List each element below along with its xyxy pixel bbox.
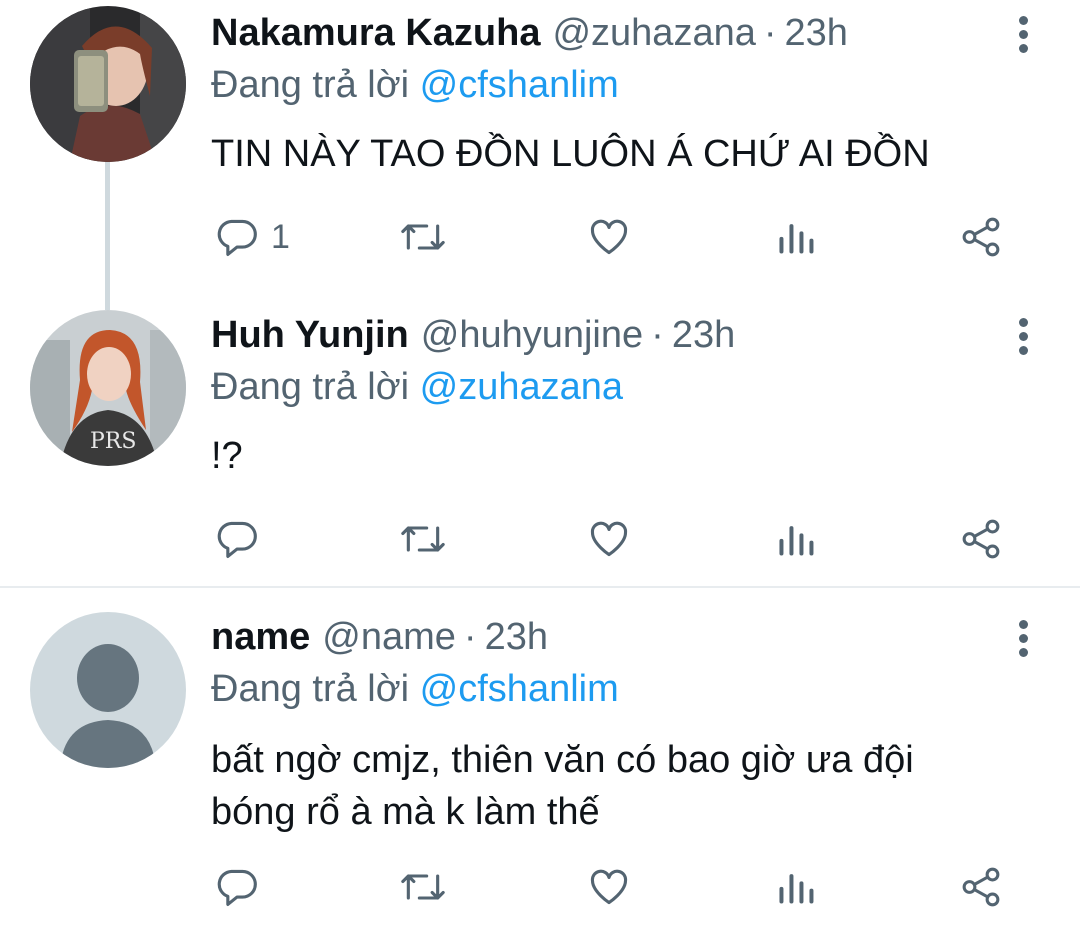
- views-icon: [779, 526, 814, 556]
- timestamp[interactable]: 23h: [672, 314, 735, 357]
- tweet[interactable]: name @name · 23h Đang trả lời @cfshanlim…: [0, 604, 1080, 926]
- replying-to: Đang trả lời @cfshanlim: [211, 668, 619, 711]
- timestamp[interactable]: 23h: [485, 616, 548, 659]
- like-icon: [590, 521, 628, 557]
- display-name[interactable]: Huh Yunjin: [211, 314, 409, 357]
- user-handle[interactable]: @zuhazana: [552, 12, 755, 55]
- display-name[interactable]: Nakamura Kazuha: [211, 12, 540, 55]
- avatar-photo-icon: PRS: [30, 310, 186, 466]
- tweet-text: !?: [211, 435, 243, 477]
- default-avatar-icon: [30, 612, 186, 768]
- tweet[interactable]: PRS Huh Yunjin @huhyunjine · 23h Đang tr…: [0, 302, 1080, 588]
- replying-to: Đang trả lời @cfshanlim: [211, 64, 619, 107]
- share-icon: [962, 519, 1000, 559]
- more-options-icon[interactable]: [1016, 16, 1030, 60]
- mention-link[interactable]: @cfshanlim: [420, 668, 619, 710]
- retweet-icon: [401, 526, 445, 552]
- timestamp[interactable]: 23h: [785, 12, 848, 55]
- action-bar: 1: [0, 212, 1080, 262]
- retweet-button[interactable]: [398, 862, 448, 912]
- reply-button[interactable]: [215, 514, 271, 564]
- like-button[interactable]: [586, 212, 632, 262]
- separator-dot: ·: [763, 12, 777, 54]
- tweet-divider: [0, 586, 1080, 588]
- share-icon: [962, 867, 1000, 907]
- like-button[interactable]: [586, 862, 632, 912]
- tweet-header: Huh Yunjin @huhyunjine · 23h: [211, 314, 735, 364]
- tweet-text: bất ngờ cmjz, thiên văn có bao giờ ưa độ…: [211, 739, 914, 833]
- like-icon: [590, 869, 628, 905]
- more-options-icon[interactable]: [1016, 318, 1030, 362]
- like-button[interactable]: [586, 514, 632, 564]
- views-icon: [779, 874, 814, 904]
- mention-link[interactable]: @zuhazana: [420, 366, 623, 408]
- action-bar: [0, 514, 1080, 564]
- share-icon: [962, 217, 1000, 257]
- reply-prefix: Đang trả lời: [211, 668, 410, 710]
- retweet-button[interactable]: [398, 514, 448, 564]
- more-options-icon[interactable]: [1016, 620, 1030, 664]
- avatar[interactable]: PRS: [30, 310, 186, 466]
- user-handle[interactable]: @name: [322, 616, 456, 659]
- reply-prefix: Đang trả lời: [211, 64, 410, 106]
- mention-link[interactable]: @cfshanlim: [420, 64, 619, 106]
- separator-dot: ·: [463, 616, 477, 658]
- tweet-header: Nakamura Kazuha @zuhazana · 23h: [211, 12, 848, 62]
- retweet-icon: [401, 224, 445, 250]
- avatar[interactable]: [30, 612, 186, 768]
- share-button[interactable]: [958, 514, 1004, 564]
- action-bar: [0, 862, 1080, 912]
- views-button[interactable]: [776, 862, 816, 912]
- retweet-icon: [401, 874, 445, 900]
- replying-to: Đang trả lời @zuhazana: [211, 366, 623, 409]
- share-button[interactable]: [958, 862, 1004, 912]
- views-button[interactable]: [776, 212, 816, 262]
- reply-icon: [217, 521, 257, 558]
- reply-prefix: Đang trả lời: [211, 366, 410, 408]
- user-handle[interactable]: @huhyunjine: [421, 314, 643, 357]
- reply-button[interactable]: [215, 862, 271, 912]
- share-button[interactable]: [958, 212, 1004, 262]
- views-button[interactable]: [776, 514, 816, 564]
- reply-count: 1: [271, 217, 290, 256]
- views-icon: [779, 224, 814, 254]
- separator-dot: ·: [651, 314, 664, 356]
- tweet-header: name @name · 23h: [211, 616, 548, 666]
- like-icon: [590, 219, 628, 255]
- avatar[interactable]: [30, 6, 186, 162]
- display-name[interactable]: name: [211, 616, 310, 659]
- tweet[interactable]: Nakamura Kazuha @zuhazana · 23h Đang trả…: [0, 0, 1080, 310]
- reply-icon: [217, 219, 257, 256]
- reply-icon: [217, 869, 257, 906]
- avatar-photo-icon: [30, 6, 186, 162]
- reply-button[interactable]: 1: [215, 212, 290, 262]
- retweet-button[interactable]: [398, 212, 448, 262]
- tweet-text: TIN NÀY TAO ĐỒN LUÔN Á CHỨ AI ĐỒN: [211, 133, 930, 175]
- svg-text:PRS: PRS: [90, 429, 136, 454]
